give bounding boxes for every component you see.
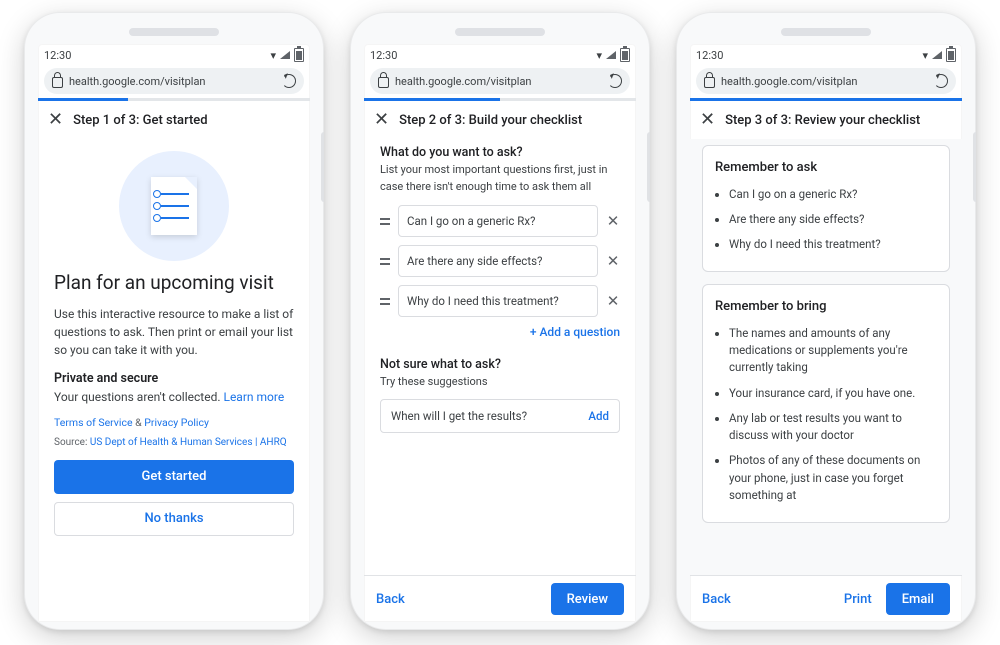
status-clock: 12:30 xyxy=(44,49,71,62)
drag-handle-icon[interactable] xyxy=(380,258,390,265)
close-icon[interactable]: ✕ xyxy=(48,111,63,129)
address-bar[interactable]: health.google.com/visitplan xyxy=(370,68,630,94)
status-bar: 12:30 ▾ xyxy=(690,44,962,66)
list-item: Any lab or test results you want to disc… xyxy=(729,410,937,445)
remove-question-icon[interactable]: ✕ xyxy=(606,252,620,270)
question-row: Are there any side effects? ✕ xyxy=(380,245,620,277)
lock-icon xyxy=(704,77,715,88)
privacy-text: Your questions aren't collected. xyxy=(54,390,223,404)
remember-to-ask-card: Remember to ask Can I go on a generic Rx… xyxy=(702,145,950,272)
cell-signal-icon xyxy=(932,51,942,59)
question-input[interactable]: Are there any side effects? xyxy=(398,245,598,277)
get-started-button[interactable]: Get started xyxy=(54,460,294,494)
privacy-heading: Private and secure xyxy=(54,371,294,386)
status-bar: 12:30 ▾ xyxy=(364,44,636,66)
list-item: Can I go on a generic Rx? xyxy=(729,186,937,203)
step-title: Step 3 of 3: Review your checklist xyxy=(725,113,920,128)
source-link[interactable]: US Dept of Health & Human Services | AHR… xyxy=(90,437,287,448)
step-header: ✕ Step 2 of 3: Build your checklist xyxy=(364,101,636,139)
print-button[interactable]: Print xyxy=(844,592,872,607)
no-thanks-button[interactable]: No thanks xyxy=(54,502,294,536)
phone-step3: 12:30 ▾ health.google.com/visitplan ✕ St… xyxy=(676,12,976,630)
status-clock: 12:30 xyxy=(370,49,397,62)
address-bar[interactable]: health.google.com/visitplan xyxy=(696,68,956,94)
battery-icon xyxy=(620,48,630,62)
question-row: Can I go on a generic Rx? ✕ xyxy=(380,205,620,237)
battery-icon xyxy=(946,48,956,62)
url-text: health.google.com/visitplan xyxy=(69,75,276,88)
footer-bar: Back Print Email xyxy=(690,575,962,622)
email-button[interactable]: Email xyxy=(886,583,950,615)
privacy-policy-link[interactable]: Privacy Policy xyxy=(144,416,209,429)
phone-speaker xyxy=(129,28,219,36)
terms-link[interactable]: Terms of Service xyxy=(54,416,133,429)
reload-icon[interactable] xyxy=(282,74,296,88)
step-header: ✕ Step 3 of 3: Review your checklist xyxy=(690,101,962,139)
remember-to-bring-card: Remember to bring The names and amounts … xyxy=(702,284,950,523)
list-item: Photos of any of these documents on your… xyxy=(729,452,937,504)
drag-handle-icon[interactable] xyxy=(380,218,390,225)
learn-more-link[interactable]: Learn more xyxy=(223,390,284,404)
card-heading: Remember to bring xyxy=(715,297,937,317)
phone-step2: 12:30 ▾ health.google.com/visitplan ✕ St… xyxy=(350,12,650,630)
question-input[interactable]: Can I go on a generic Rx? xyxy=(398,205,598,237)
hero-illustration xyxy=(119,151,229,261)
wifi-icon: ▾ xyxy=(596,49,602,62)
footer-bar: Back Review xyxy=(364,575,636,622)
remove-question-icon[interactable]: ✕ xyxy=(606,292,620,310)
review-button[interactable]: Review xyxy=(551,583,624,615)
page-headline: Plan for an upcoming visit xyxy=(54,271,294,295)
back-button[interactable]: Back xyxy=(376,592,405,607)
reload-icon[interactable] xyxy=(934,74,948,88)
phone-speaker xyxy=(781,28,871,36)
url-text: health.google.com/visitplan xyxy=(395,75,602,88)
status-clock: 12:30 xyxy=(696,49,723,62)
url-text: health.google.com/visitplan xyxy=(721,75,928,88)
question-row: Why do I need this treatment? ✕ xyxy=(380,285,620,317)
question-input[interactable]: Why do I need this treatment? xyxy=(398,285,598,317)
description-text: Use this interactive resource to make a … xyxy=(54,305,294,359)
step-title: Step 2 of 3: Build your checklist xyxy=(399,113,582,128)
address-bar[interactable]: health.google.com/visitplan xyxy=(44,68,304,94)
list-item: The names and amounts of any medications… xyxy=(729,325,937,377)
lock-icon xyxy=(378,77,389,88)
cell-signal-icon xyxy=(606,51,616,59)
cell-signal-icon xyxy=(280,51,290,59)
remove-question-icon[interactable]: ✕ xyxy=(606,212,620,230)
question-section-heading: What do you want to ask? xyxy=(380,145,620,160)
card-heading: Remember to ask xyxy=(715,158,937,178)
add-suggestion-button[interactable]: Add xyxy=(588,409,609,423)
lock-icon xyxy=(52,77,63,88)
wifi-icon: ▾ xyxy=(270,49,276,62)
list-item: Are there any side effects? xyxy=(729,211,937,228)
suggestions-subtext: Try these suggestions xyxy=(380,374,620,391)
step-header: ✕ Step 1 of 3: Get started xyxy=(38,101,310,139)
status-bar: 12:30 ▾ xyxy=(38,44,310,66)
phone-step1: 12:30 ▾ health.google.com/visitplan ✕ St… xyxy=(24,12,324,630)
question-section-subtext: List your most important questions first… xyxy=(380,162,620,195)
battery-icon xyxy=(294,48,304,62)
add-question-button[interactable]: + Add a question xyxy=(380,325,620,339)
drag-handle-icon[interactable] xyxy=(380,298,390,305)
list-item: Your insurance card, if you have one. xyxy=(729,385,937,402)
suggestion-text: When will I get the results? xyxy=(391,409,527,423)
back-button[interactable]: Back xyxy=(702,592,731,607)
wifi-icon: ▾ xyxy=(922,49,928,62)
phone-speaker xyxy=(455,28,545,36)
reload-icon[interactable] xyxy=(608,74,622,88)
suggestion-row: When will I get the results? Add xyxy=(380,399,620,433)
checklist-document-icon xyxy=(151,177,197,235)
close-icon[interactable]: ✕ xyxy=(374,111,389,129)
step-title: Step 1 of 3: Get started xyxy=(73,113,208,128)
close-icon[interactable]: ✕ xyxy=(700,111,715,129)
list-item: Why do I need this treatment? xyxy=(729,236,937,253)
suggestions-heading: Not sure what to ask? xyxy=(380,357,620,372)
